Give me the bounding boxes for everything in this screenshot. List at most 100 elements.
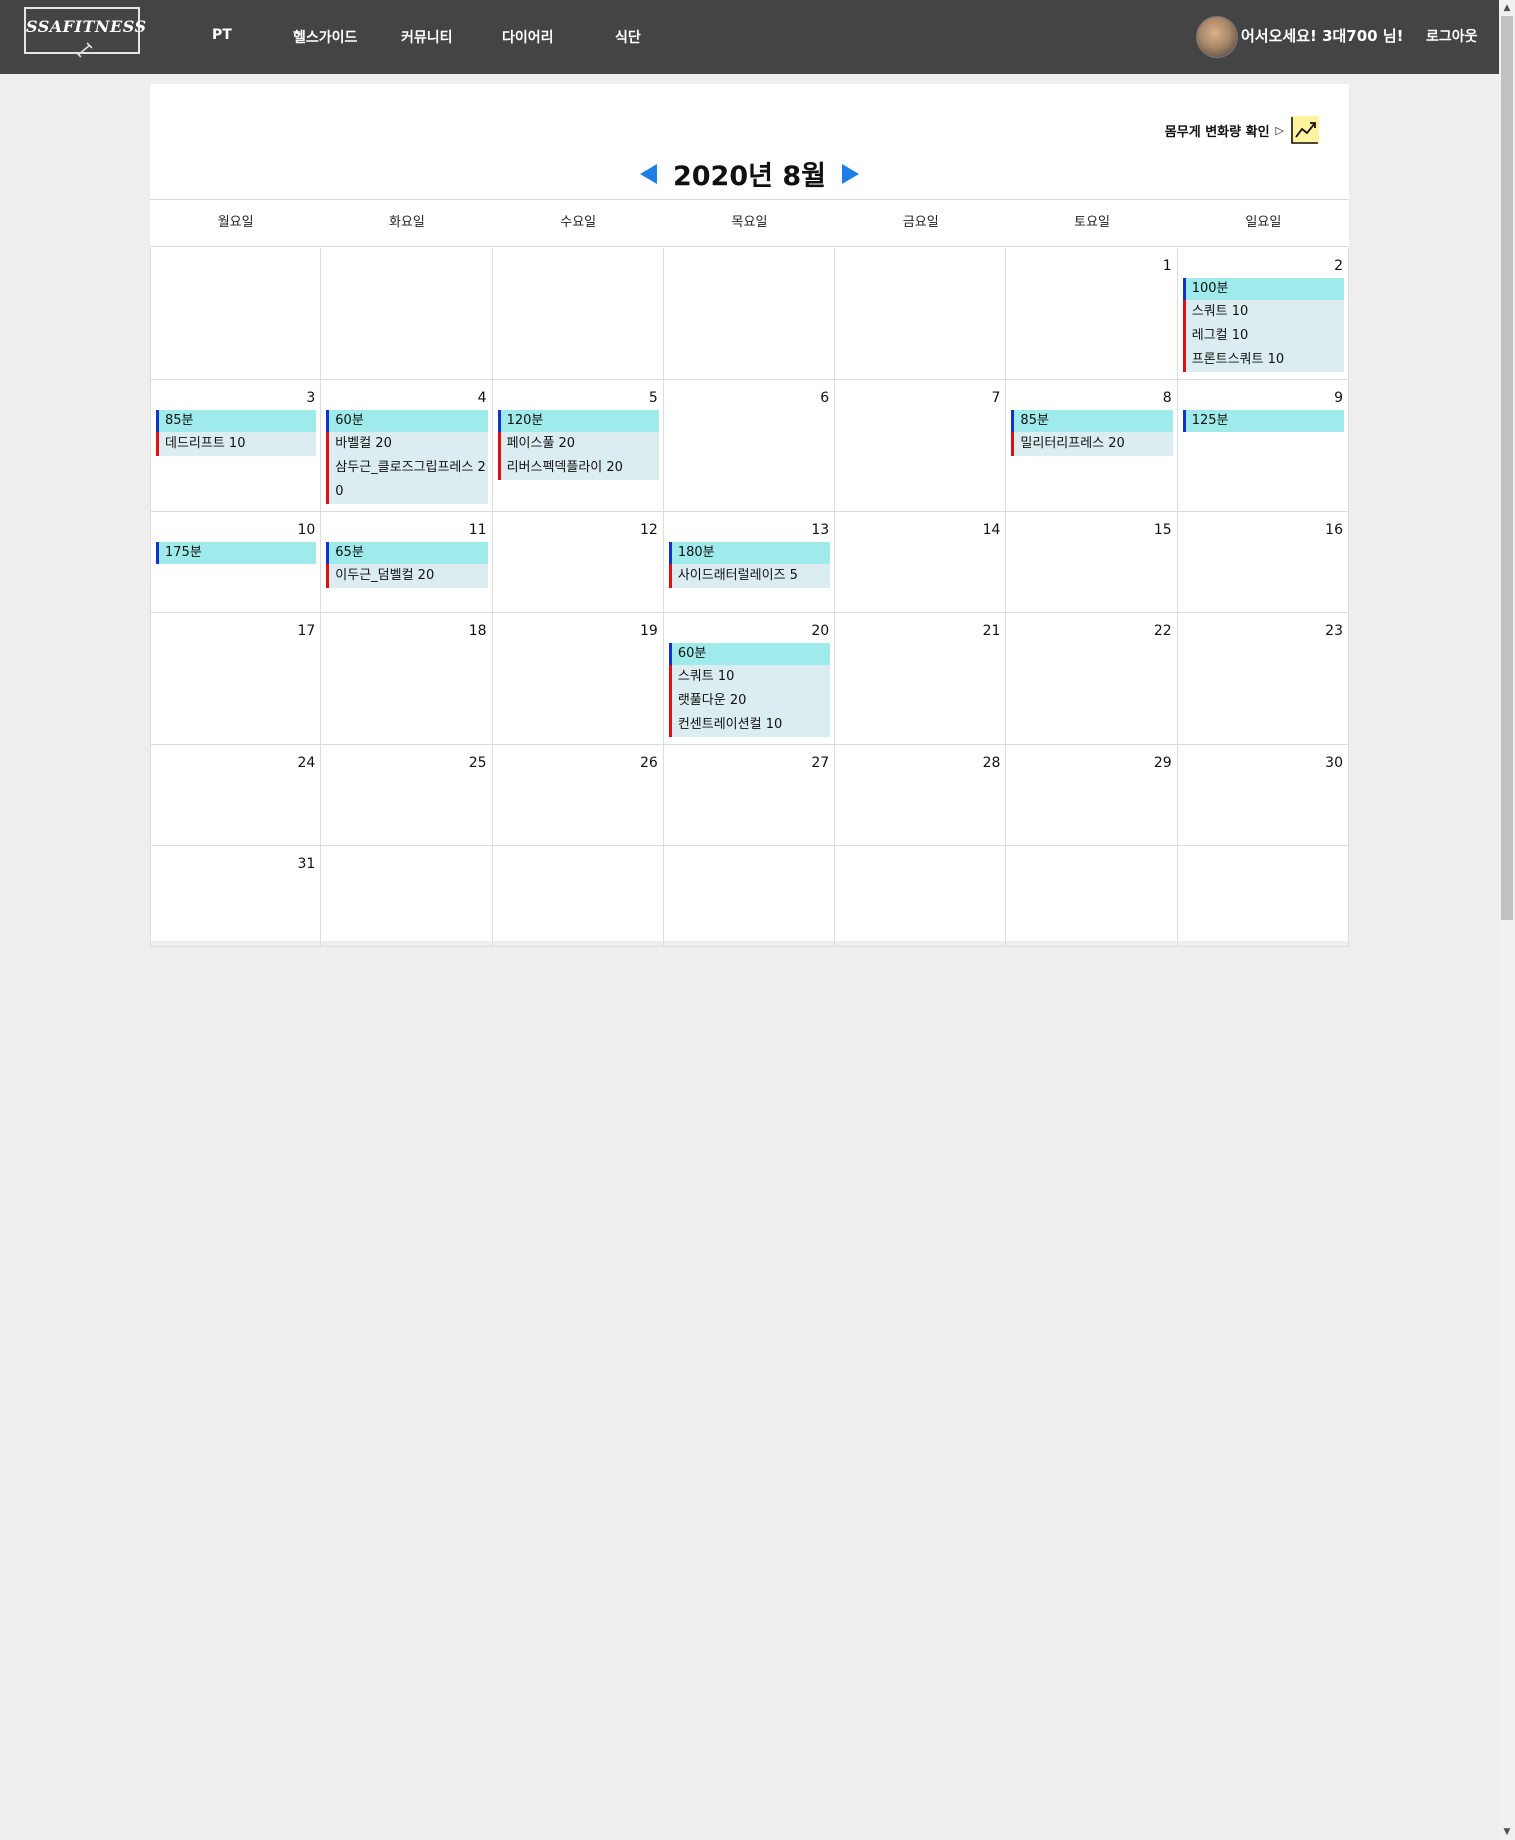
logo[interactable]: SSAFITNESS	[24, 7, 146, 58]
exercise-entry[interactable]: 삼두근_클로즈그립프레스 20	[326, 456, 488, 504]
workout-duration[interactable]: 120분	[497, 410, 659, 432]
week-row: 3 85분 데드리프트 10 4 60분 바벨컬 20 삼두근_클로즈그립프레스 20 5 12…	[150, 380, 1349, 512]
scroll-up-icon[interactable]: ▲	[1499, 0, 1515, 16]
day-cell[interactable]: 8 85분 밀리터리프레스 20	[1006, 380, 1178, 512]
day-number: 13	[811, 522, 830, 538]
day-cell[interactable]: 29	[1006, 745, 1178, 846]
scroll-down-icon[interactable]: ▼	[1499, 1824, 1515, 1840]
day-number	[668, 257, 830, 275]
exercise-entry[interactable]: 레그컬 10	[1182, 324, 1344, 348]
day-cell[interactable]: 3 85분 데드리프트 10	[150, 380, 322, 512]
day-cell[interactable]: 18	[321, 613, 493, 745]
day-cell[interactable]: 21	[835, 613, 1007, 745]
exercise-entry[interactable]: 스쿼트 10	[1182, 300, 1344, 324]
day-number: 20	[811, 623, 830, 639]
day-cell[interactable]: 23	[1177, 613, 1349, 745]
day-cell[interactable]: 16	[1177, 512, 1349, 613]
day-cell[interactable]: 6	[663, 380, 836, 512]
weekday-wed: 수요일	[560, 215, 597, 230]
nav-link-pt[interactable]: PT	[212, 27, 232, 43]
day-number: 7	[991, 390, 1001, 406]
day-number: 28	[982, 755, 1001, 771]
day-cell[interactable]: 5 120분 페이스풀 20 리버스펙덱플라이 20	[492, 380, 664, 512]
workout-duration[interactable]: 180분	[668, 542, 831, 564]
day-cell[interactable]	[321, 248, 493, 380]
workout-duration[interactable]: 65분	[326, 542, 488, 564]
week-row: 17 18 19 20 60분 스쿼트 10 랫풀다운 20 컨센트레이션컬 10 21 22 23	[150, 613, 1349, 745]
day-cell[interactable]	[150, 248, 322, 380]
weekday-sun: 일요일	[1245, 215, 1282, 230]
day-cell[interactable]: 2 100분 스쿼트 10 레그컬 10 프론트스쿼트 10	[1177, 248, 1349, 380]
exercise-entry[interactable]: 랫풀다운 20	[668, 689, 831, 713]
day-cell[interactable]: 30	[1177, 745, 1349, 846]
day-cell[interactable]: 26	[492, 745, 664, 846]
day-cell[interactable]	[492, 248, 664, 380]
logout-link[interactable]: 로그아웃	[1426, 26, 1478, 46]
day-cell[interactable]: 17	[150, 613, 322, 745]
day-number	[1182, 855, 1344, 873]
exercise-entry[interactable]: 사이드래터럴레이즈 5	[668, 564, 831, 588]
day-cell[interactable]: 7	[835, 380, 1007, 512]
day-cell[interactable]: 10 175분	[150, 512, 322, 613]
scroll-thumb[interactable]	[1501, 16, 1513, 920]
vertical-scrollbar[interactable]: ▲ ▼	[1499, 0, 1515, 1840]
weight-change-link[interactable]: 몸무게 변화량 확인 ▷	[1165, 114, 1320, 146]
day-cell[interactable]: 20 60분 스쿼트 10 랫풀다운 20 컨센트레이션컬 10	[663, 613, 836, 745]
prev-month-icon[interactable]	[639, 163, 657, 184]
day-cell[interactable]: 12	[492, 512, 664, 613]
workout-duration[interactable]: 175분	[156, 542, 317, 564]
exercise-entry[interactable]: 데드리프트 10	[156, 432, 317, 456]
next-month-icon[interactable]	[842, 163, 859, 184]
day-cell[interactable]	[321, 846, 493, 947]
nav-link-diet[interactable]: 식단	[615, 27, 641, 47]
day-number: 23	[1325, 623, 1343, 639]
exercise-entry[interactable]: 이두근_덤벨컬 20	[326, 564, 488, 588]
day-cell[interactable]: 9 125분	[1177, 380, 1349, 512]
day-cell[interactable]	[1006, 846, 1178, 947]
workout-duration[interactable]: 125분	[1182, 410, 1344, 432]
day-cell[interactable]	[492, 846, 664, 947]
day-cell[interactable]: 27	[663, 745, 836, 846]
day-cell[interactable]: 24	[150, 745, 322, 846]
day-cell[interactable]: 25	[321, 745, 493, 846]
weekday-sat: 토요일	[1074, 215, 1110, 230]
workout-duration[interactable]: 60분	[326, 410, 488, 432]
day-cell[interactable]	[835, 248, 1007, 380]
day-cell[interactable]: 1	[1006, 248, 1178, 380]
exercise-entry[interactable]: 스쿼트 10	[668, 665, 831, 689]
day-cell[interactable]	[663, 248, 836, 380]
workout-duration[interactable]: 100분	[1182, 278, 1344, 300]
day-cell[interactable]: 15	[1006, 512, 1178, 613]
day-cell[interactable]: 13 180분 사이드래터럴레이즈 5	[663, 512, 836, 613]
day-number: 30	[1325, 755, 1343, 771]
exercise-entry[interactable]: 프론트스쿼트 10	[1182, 348, 1344, 372]
workout-duration[interactable]: 85분	[1011, 410, 1173, 432]
nav-link-community[interactable]: 커뮤니티	[401, 27, 453, 47]
day-cell[interactable]: 19	[492, 613, 664, 745]
day-cell[interactable]	[663, 846, 836, 947]
exercise-entry[interactable]: 바벨컬 20	[326, 432, 488, 456]
day-cell[interactable]: 14	[835, 512, 1007, 613]
workout-duration[interactable]: 85분	[156, 410, 317, 432]
day-cell[interactable]	[835, 846, 1007, 947]
day-cell[interactable]: 28	[835, 745, 1007, 846]
exercise-entry[interactable]: 페이스풀 20	[497, 432, 659, 456]
workout-duration[interactable]: 60분	[668, 643, 831, 665]
nav-link-health-guide[interactable]: 헬스가이드	[293, 27, 357, 47]
exercise-entry[interactable]: 밀리터리프레스 20	[1011, 432, 1173, 456]
week-row: 10 175분 11 65분 이두근_덤벨컬 20 12 13 180분 사이드래터럴레이즈 5…	[150, 512, 1349, 613]
avatar[interactable]	[1196, 16, 1238, 58]
day-cell[interactable]: 22	[1006, 613, 1178, 745]
day-number: 8	[1162, 390, 1172, 406]
nav-link-diary[interactable]: 다이어리	[502, 27, 554, 47]
day-cell[interactable]: 11 65분 이두근_덤벨컬 20	[321, 512, 493, 613]
day-cell[interactable]: 31	[150, 846, 322, 947]
trending-up-chart-icon[interactable]	[1290, 115, 1320, 145]
day-number: 25	[468, 755, 487, 771]
day-cell[interactable]: 4 60분 바벨컬 20 삼두근_클로즈그립프레스 20	[321, 380, 493, 512]
day-number: 10	[297, 522, 316, 538]
day-cell[interactable]	[1177, 846, 1349, 947]
exercise-entry[interactable]: 컨센트레이션컬 10	[668, 713, 831, 737]
weekday-header: 월요일 화요일 수요일 목요일 금요일 토요일 일요일	[150, 199, 1349, 247]
exercise-entry[interactable]: 리버스펙덱플라이 20	[497, 456, 659, 480]
